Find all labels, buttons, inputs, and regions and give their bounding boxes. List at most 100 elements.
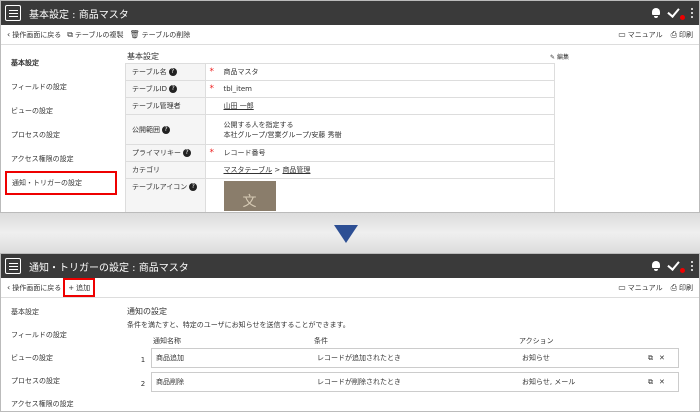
book-icon: ▭ — [618, 30, 626, 39]
check-icon[interactable] — [667, 5, 685, 20]
screen-notification-settings: 通知・トリガーの設定 : 商品マスタ ‹ 操作画面に戻る + 追加 ▭ マニュアル ⎙… — [0, 253, 700, 412]
list-item[interactable]: 商品削除 レコードが削除されたとき お知らせ, メール ⧉ ✕ — [151, 372, 679, 392]
row-label: カテゴリ — [125, 161, 206, 179]
required-icon: * — [209, 84, 215, 94]
category-link-product[interactable]: 商品管理 — [282, 166, 310, 174]
row-index: 2 — [140, 380, 146, 388]
row-label: テーブルID — [132, 85, 168, 93]
delete-table-button[interactable]: 🗑 テーブルの削除 — [130, 30, 191, 40]
help-icon[interactable]: ? — [169, 85, 178, 93]
basic-settings-table: テーブル名? * 商品マスタ テーブルID? * tbl_item テーブル管理… — [125, 63, 555, 212]
printer-icon: ⎙ — [670, 29, 677, 39]
row-label: プライマリキー — [132, 149, 181, 157]
manual-button[interactable]: ▭ マニュアル — [618, 283, 662, 293]
sidebar-item-fields[interactable]: フィールドの設定 — [1, 75, 121, 99]
add-notification-button[interactable]: + 追加 — [63, 278, 96, 297]
table-row: 公開範囲? 公開する人を指定する 本社グループ/営業グループ/安藤 秀樹 — [125, 114, 555, 145]
check-icon[interactable] — [667, 258, 685, 273]
table-row: カテゴリ マスタテーブル > 商品管理 — [125, 161, 555, 179]
table-row: テーブル名? * 商品マスタ — [125, 63, 555, 81]
column-header-name: 通知名称 — [153, 337, 181, 345]
copy-table-button[interactable]: ⧉ テーブルの複製 — [67, 30, 123, 40]
table-icon-preview[interactable]: 文 — [223, 181, 276, 211]
toolbar: ‹ 操作画面に戻る + 追加 ▭ マニュアル ⎙ 印刷 — [1, 278, 699, 298]
sidebar-item-notifications[interactable]: 通知・トリガーの設定 — [5, 171, 117, 195]
plus-icon: + — [68, 283, 75, 292]
help-icon[interactable]: ? — [168, 68, 177, 76]
sidebar-item-process[interactable]: プロセスの設定 — [1, 369, 121, 392]
category-link-master[interactable]: マスタテーブル — [224, 166, 273, 174]
copy-icon: ⧉ — [67, 29, 73, 39]
column-header-condition: 条件 — [314, 337, 328, 345]
settings-sidebar: 基本設定 フィールドの設定 ビューの設定 プロセスの設定 アクセス権限の設定 — [1, 298, 121, 411]
section-title: 通知の設定 — [127, 306, 167, 316]
row-index: 1 — [140, 356, 146, 364]
help-icon[interactable]: ? — [183, 149, 191, 157]
sidebar-item-views[interactable]: ビューの設定 — [1, 99, 121, 123]
sidebar-item-access[interactable]: アクセス権限の設定 — [1, 392, 121, 411]
primary-key-value: レコード番号 — [217, 144, 555, 162]
settings-sidebar: 基本設定 フィールドの設定 ビューの設定 プロセスの設定 アクセス権限の設定 通… — [1, 45, 121, 212]
edit-button[interactable]: ✎ 編集 — [550, 52, 569, 61]
more-menu-icon[interactable] — [691, 8, 693, 18]
arrow-down-icon — [334, 225, 358, 243]
table-row: プライマリキー? * レコード番号 — [125, 144, 555, 162]
notification-list: 通知名称 条件 アクション — [137, 334, 677, 348]
printer-icon: ⎙ — [670, 282, 677, 292]
help-icon[interactable]: ? — [162, 125, 170, 134]
row-label: テーブルアイコン — [132, 183, 188, 191]
row-label: テーブル管理者 — [125, 97, 206, 115]
notice-name: 商品削除 — [156, 378, 184, 386]
scope-value: 公開する人を指定する 本社グループ/営業グループ/安藤 秀樹 — [217, 114, 555, 145]
table-name-value: 商品マスタ — [217, 63, 555, 81]
title-bar: 基本設定 : 商品マスタ — [1, 1, 699, 25]
hamburger-menu-button[interactable] — [5, 258, 21, 274]
sidebar-item-access[interactable]: アクセス権限の設定 — [1, 147, 121, 171]
more-menu-icon[interactable] — [691, 261, 693, 271]
trash-icon: 🗑 — [129, 30, 140, 39]
notice-condition: レコードが追加されたとき — [317, 354, 401, 362]
notice-name: 商品追加 — [156, 354, 184, 362]
close-icon[interactable]: ✕ — [659, 378, 665, 387]
manager-value: 山田 一郎 — [217, 97, 555, 115]
sidebar-item-views[interactable]: ビューの設定 — [1, 346, 121, 369]
section-description: 条件を満たすと、特定のユーザにお知らせを送信することができます。 — [127, 321, 350, 329]
back-button[interactable]: ‹ 操作画面に戻る — [7, 283, 61, 293]
required-icon: * — [209, 148, 215, 158]
row-label: 公開範囲 — [132, 125, 160, 134]
title-bar: 通知・トリガーの設定 : 商品マスタ — [1, 254, 699, 278]
print-button[interactable]: ⎙ 印刷 — [671, 283, 693, 293]
sidebar-item-fields[interactable]: フィールドの設定 — [1, 323, 121, 346]
bell-icon[interactable] — [651, 261, 661, 271]
sidebar-item-process[interactable]: プロセスの設定 — [1, 123, 121, 147]
page-title: 通知・トリガーの設定 : 商品マスタ — [29, 262, 189, 274]
copy-icon[interactable]: ⧉ — [648, 378, 653, 387]
section-title: 基本設定 — [127, 51, 159, 61]
hamburger-menu-button[interactable] — [5, 5, 21, 21]
column-header-action: アクション — [519, 337, 554, 345]
close-icon[interactable]: ✕ — [659, 354, 665, 363]
table-row: テーブルID? * tbl_item — [125, 80, 555, 98]
toolbar: ‹ 操作画面に戻る ⧉ テーブルの複製 🗑 テーブルの削除 ▭ マニュアル ⎙ 印刷 — [1, 25, 699, 45]
transition-band — [0, 213, 700, 253]
table-id-value: tbl_item — [217, 80, 555, 98]
chevron-left-icon: ‹ — [7, 283, 11, 292]
sidebar-item-basic[interactable]: 基本設定 — [1, 300, 121, 323]
notice-action: お知らせ, メール — [522, 378, 576, 386]
print-button[interactable]: ⎙ 印刷 — [671, 30, 693, 40]
table-row: テーブル管理者 山田 一郎 — [125, 97, 555, 115]
row-label: テーブル名 — [132, 68, 167, 76]
list-item[interactable]: 商品追加 レコードが追加されたとき お知らせ ⧉ ✕ — [151, 348, 679, 368]
chevron-left-icon: ‹ — [7, 30, 11, 39]
required-icon: * — [209, 67, 215, 77]
sidebar-item-basic[interactable]: 基本設定 — [1, 51, 121, 75]
book-icon: ▭ — [618, 283, 626, 292]
help-icon[interactable]: ? — [189, 183, 198, 191]
manual-button[interactable]: ▭ マニュアル — [618, 30, 662, 40]
copy-icon[interactable]: ⧉ — [648, 354, 653, 363]
page-title: 基本設定 : 商品マスタ — [29, 9, 129, 21]
table-row: テーブルアイコン? 文 — [125, 178, 555, 212]
category-value: マスタテーブル > 商品管理 — [217, 161, 555, 179]
back-button[interactable]: ‹ 操作画面に戻る — [7, 30, 61, 40]
bell-icon[interactable] — [651, 8, 661, 18]
